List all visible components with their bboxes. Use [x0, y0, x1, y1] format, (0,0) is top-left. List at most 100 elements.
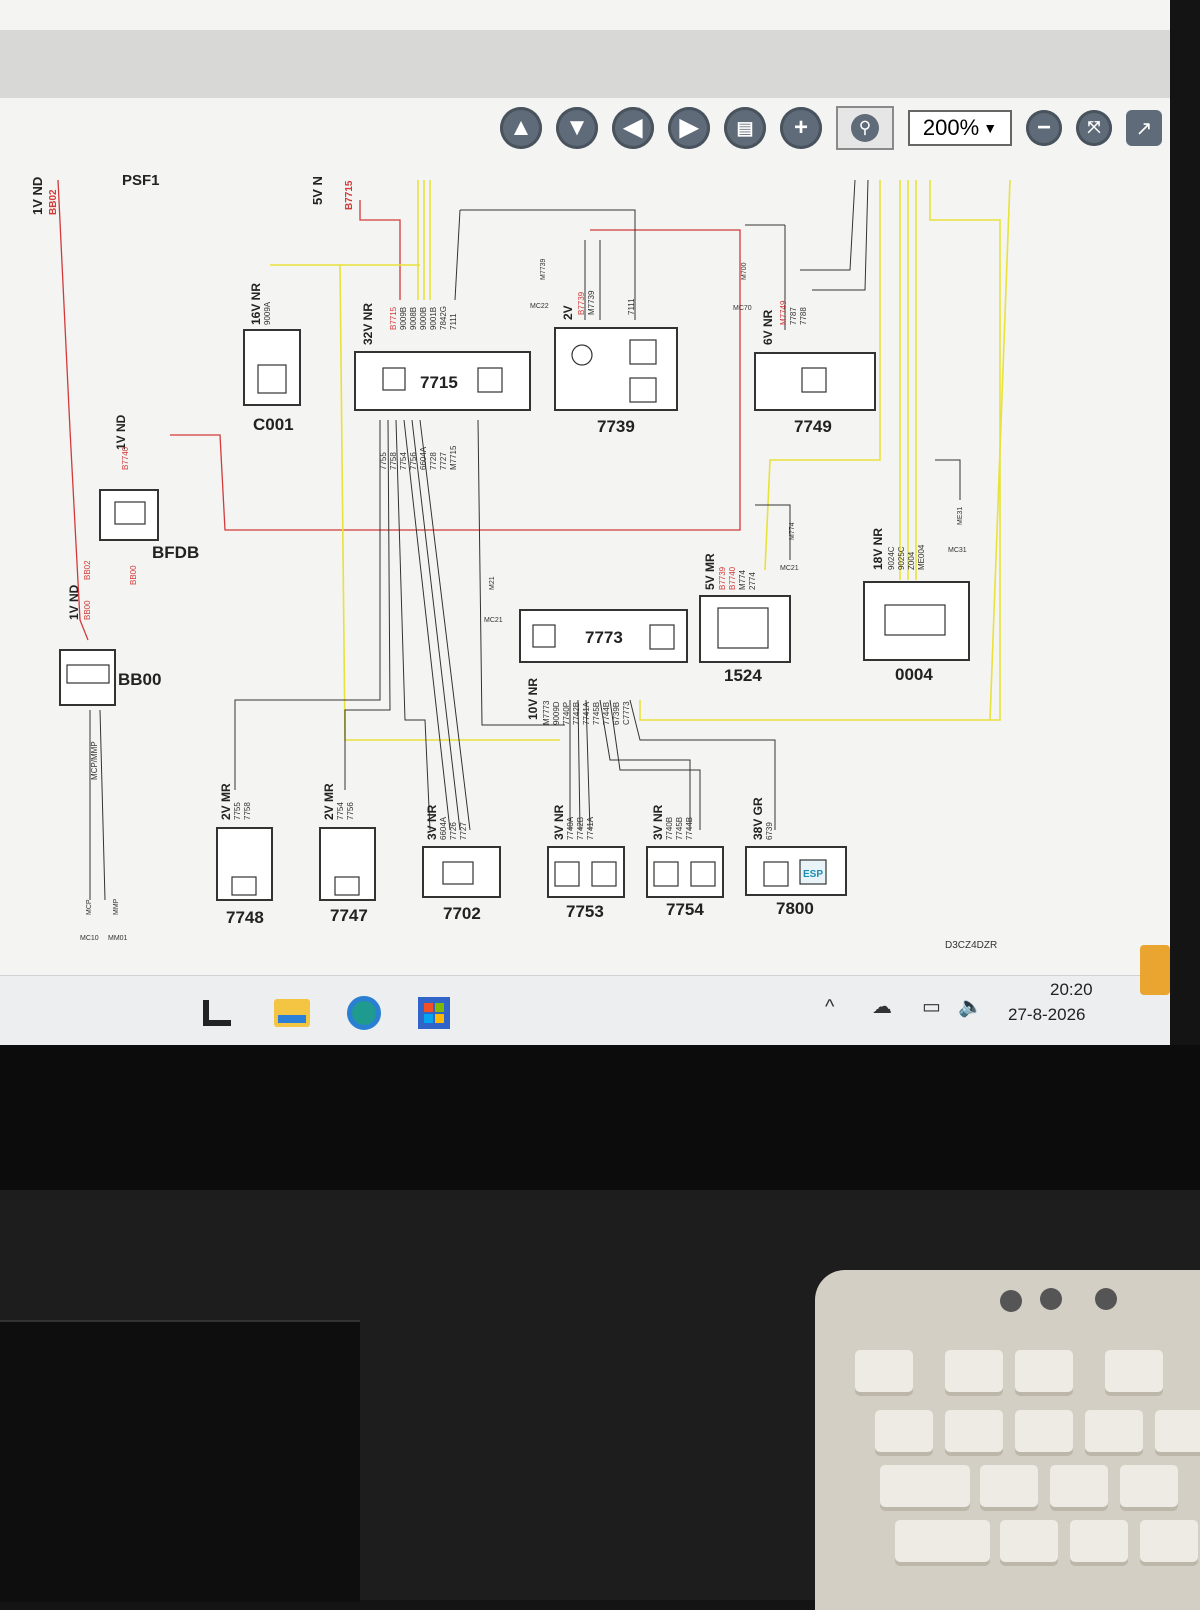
ground-8: ME31: [957, 507, 964, 525]
conn-7749: 6V NR: [761, 309, 775, 345]
wire-7739-1: M7739: [587, 290, 596, 315]
wire-7773-2: 7740P: [562, 702, 571, 725]
chevron-up-icon[interactable]: ^: [825, 996, 834, 1019]
ground-3: MC70: [733, 305, 752, 312]
arrow-up-icon: ▲: [509, 114, 533, 141]
wire-7749-2: 7788: [799, 307, 808, 325]
media-key: [1000, 1290, 1022, 1312]
keyboard-key: [1015, 1410, 1073, 1456]
label-bb02-top: BB02: [48, 189, 59, 215]
keyboard-key: [1070, 1520, 1128, 1566]
label-1524: 1524: [724, 666, 762, 685]
wire-7773-1: 9009D: [552, 701, 561, 725]
wire-7773-0: M7773: [542, 700, 551, 725]
wire-7754-2: 7744B: [685, 817, 694, 840]
wire-7773-7: 6739B: [612, 702, 621, 725]
minus-icon: −: [1036, 114, 1051, 141]
wire-1524-3: 2774: [748, 572, 757, 590]
wire-7715b-7: M7715: [449, 445, 458, 470]
wire-7715b-1: 7758: [389, 452, 398, 470]
label-7773: 7773: [585, 628, 623, 647]
wire-bfdb-0: BB00: [129, 565, 138, 585]
component-boxes: [59, 327, 970, 901]
wire-7754-0: 7740B: [665, 817, 674, 840]
label-0004: 0004: [895, 665, 933, 684]
wire-7754-1: 7745B: [675, 817, 684, 840]
conn-7747: 2V MR: [322, 783, 336, 820]
keyboard-key: [945, 1410, 1003, 1456]
keyboard-key: [880, 1465, 970, 1511]
dark-device: [0, 1320, 360, 1602]
ground-13: MM01: [108, 935, 128, 942]
conn-7754: 3V NR: [651, 804, 665, 840]
edge-icon[interactable]: [345, 994, 383, 1032]
label-7754: 7754: [666, 900, 704, 919]
keyboard-key: [980, 1465, 1038, 1511]
wire-1524-1: B7740: [728, 566, 737, 590]
keyboard-key: [1120, 1465, 1178, 1511]
wire-1524-0: B7739: [718, 566, 727, 590]
window-titlebar: [0, 30, 1170, 98]
media-key: [1040, 1288, 1062, 1310]
keyboard-key: [1105, 1350, 1163, 1396]
label-5vn: 5V N: [310, 176, 325, 205]
conn-7753: 3V NR: [552, 804, 566, 840]
keyboard-key: [1000, 1520, 1058, 1566]
label-7739: 7739: [597, 417, 635, 436]
clock-date[interactable]: 27-8-2026: [1008, 1005, 1086, 1025]
label-7749: 7749: [794, 417, 832, 436]
wire-bb00-1: BB02: [83, 560, 92, 580]
keyboard-key: [875, 1410, 933, 1456]
ground-7: MC21: [780, 565, 799, 572]
media-key: [1095, 1288, 1117, 1310]
keyboard-key: [945, 1350, 1003, 1396]
ground-0: MC22: [530, 303, 549, 310]
wire-7715b-4: 6604A: [419, 446, 428, 470]
ground-2: M700: [741, 262, 748, 280]
wire-7753-2: 7741A: [586, 816, 595, 840]
ground-4: M21: [489, 576, 496, 590]
wire-7715-2: 9008B: [409, 307, 418, 330]
arrow-left-icon: ◀: [623, 114, 643, 141]
keyboard-key: [1050, 1465, 1108, 1511]
wire-7773-6: 7744B: [602, 702, 611, 725]
wire-7715-6: 7111: [449, 313, 458, 330]
wire-7773-4: 7741A: [582, 701, 591, 725]
cloud-icon[interactable]: ☁: [872, 994, 892, 1019]
wire-7773-8: C7773: [622, 701, 631, 725]
conn-bb00: 1V ND: [67, 584, 81, 620]
network-icon[interactable]: ▭: [922, 994, 941, 1019]
wire-c001-0: 9009A: [263, 301, 272, 325]
wire-7748-1: 7758: [243, 802, 252, 820]
label-7748: 7748: [226, 908, 264, 927]
keyboard-key: [1155, 1410, 1200, 1456]
file-explorer-icon[interactable]: [273, 994, 311, 1032]
drawing-code: D3CZ4DZR: [945, 940, 998, 951]
volume-icon[interactable]: 🔈: [958, 994, 983, 1019]
esp-label: ESP: [803, 869, 823, 880]
keyboard-key: [1015, 1350, 1073, 1396]
wire-7739-0: B7739: [577, 291, 586, 315]
wire-7715b-5: 7728: [429, 452, 438, 470]
clock-time[interactable]: 20:20: [1050, 980, 1093, 1000]
label-bfdb: BFDB: [152, 543, 199, 562]
wire-7702-0: 6604A: [439, 816, 448, 840]
start-icon[interactable]: [198, 994, 236, 1032]
ground-10: MCP: [86, 899, 93, 915]
plus-icon: +: [793, 114, 808, 141]
monitor-bezel: [0, 1045, 1200, 1205]
conn-c001: 16V NR: [249, 283, 263, 325]
label-7753: 7753: [566, 902, 604, 921]
wire-0004-2: Z004: [907, 551, 916, 570]
wire-7747-1: 7756: [346, 802, 355, 820]
wire-0004-3: ME004: [917, 544, 926, 570]
store-icon[interactable]: [415, 994, 453, 1032]
wire-7715-1: 9009B: [399, 307, 408, 330]
keyboard: [815, 1270, 1200, 1610]
label-b7715-top: B7715: [344, 180, 355, 210]
export-icon: ↗: [1135, 117, 1153, 140]
keyboard-key: [1085, 1410, 1143, 1456]
ground-11: MC10: [80, 935, 99, 942]
zoom-value: 200%: [922, 115, 980, 140]
wire-7702-2: 7727: [459, 822, 468, 840]
